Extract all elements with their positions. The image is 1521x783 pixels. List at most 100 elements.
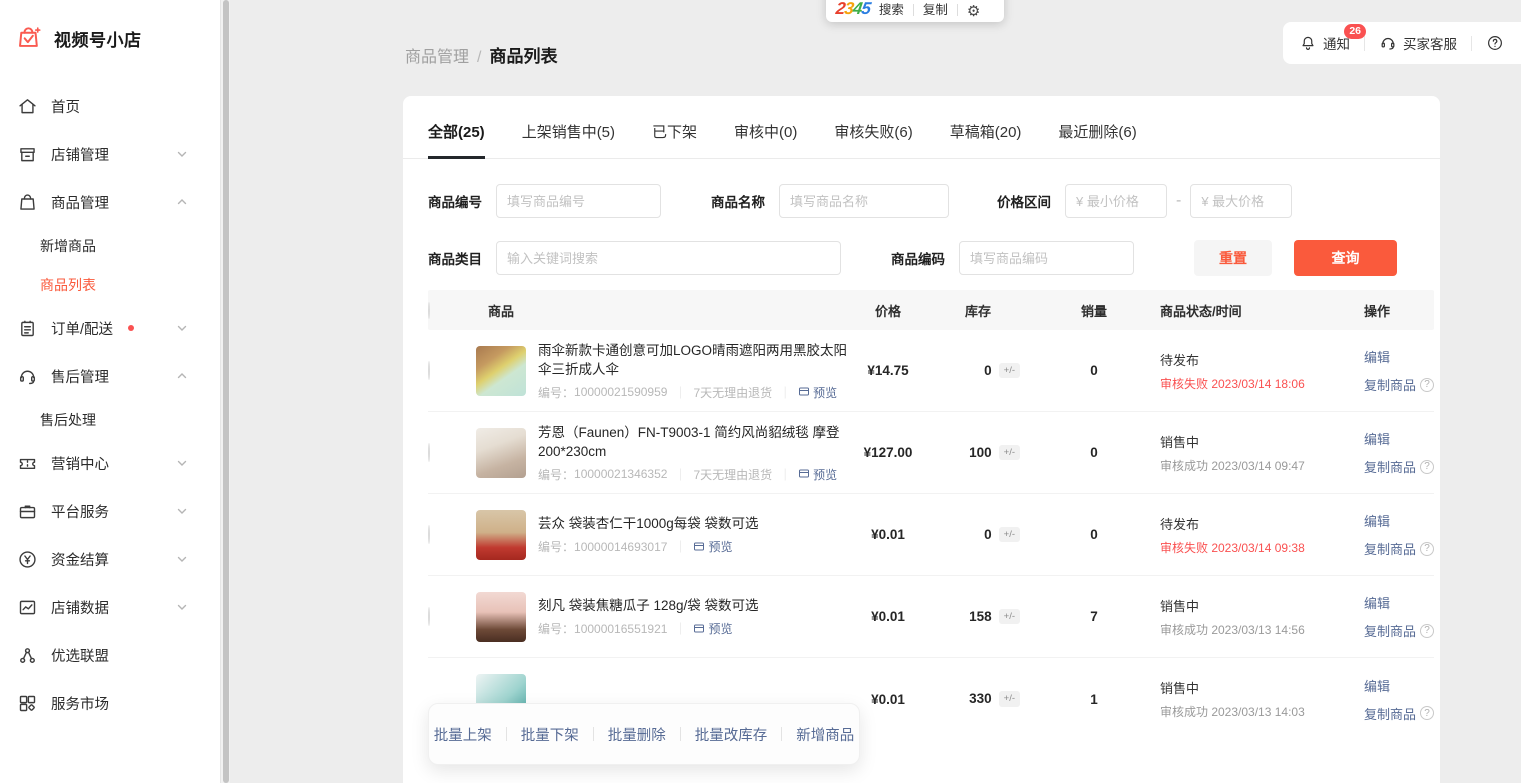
tab-review-failed[interactable]: 审核失败(6) xyxy=(834,121,912,158)
sidebar-item-affiliate[interactable]: 优选联盟 xyxy=(0,631,220,679)
product-image[interactable] xyxy=(476,346,526,396)
product-image[interactable] xyxy=(476,428,526,478)
status-time: 审核成功 2023/03/13 14:56 xyxy=(1160,621,1364,638)
divider: ｜ xyxy=(779,466,791,483)
copy-product-link[interactable]: 复制商品? xyxy=(1364,375,1434,394)
help-icon[interactable]: ? xyxy=(1420,706,1434,720)
ext-copy-button[interactable]: 复制 xyxy=(923,0,948,19)
sidebar-item-platform-services[interactable]: 平台服务 xyxy=(0,487,220,535)
scrollbar-thumb[interactable] xyxy=(223,0,229,783)
app-title: 视频号小店 xyxy=(54,26,142,51)
tab-all[interactable]: 全部(25) xyxy=(428,121,485,158)
preview-link[interactable]: 预览 xyxy=(798,384,837,401)
sidebar-item-product-management[interactable]: 商品管理 xyxy=(0,178,220,226)
sidebar-item-orders[interactable]: 订单/配送 xyxy=(0,304,220,352)
add-product-button[interactable]: 新增商品 xyxy=(796,724,854,745)
sidebar-scrollbar[interactable] xyxy=(220,0,230,783)
stock-value: 0 xyxy=(984,363,992,378)
gear-icon[interactable]: ⚙ xyxy=(967,4,980,19)
sidebar-item-add-product[interactable]: 新增商品 xyxy=(0,226,220,265)
nodes-icon xyxy=(17,645,38,666)
preview-link[interactable]: 预览 xyxy=(693,538,732,555)
edit-link[interactable]: 编辑 xyxy=(1364,429,1434,448)
row-checkbox[interactable] xyxy=(428,361,430,380)
sidebar-item-product-list[interactable]: 商品列表 xyxy=(0,265,220,304)
divider: ｜ xyxy=(674,384,686,401)
status-time: 审核成功 2023/03/13 14:03 xyxy=(1160,703,1364,720)
sidebar-item-service-market[interactable]: 服务市场 xyxy=(0,679,220,727)
row-checkbox[interactable] xyxy=(428,525,430,544)
product-title[interactable]: 芸众 袋装杏仁干1000g每袋 袋数可选 xyxy=(538,514,759,533)
product-image[interactable] xyxy=(476,592,526,642)
help-icon[interactable]: ? xyxy=(1420,624,1434,638)
batch-delist-button[interactable]: 批量下架 xyxy=(521,724,579,745)
copy-product-link[interactable]: 复制商品? xyxy=(1364,539,1434,558)
edit-link[interactable]: 编辑 xyxy=(1364,347,1434,366)
help-icon[interactable]: ? xyxy=(1420,542,1434,556)
product-title[interactable]: 刻凡 袋装焦糖瓜子 128g/袋 袋数可选 xyxy=(538,596,759,615)
product-title[interactable]: 芳恩（Faunen）FN-T9003-1 简约风尚貂绒毯 摩登 200*230c… xyxy=(538,423,848,461)
batch-delete-button[interactable]: 批量删除 xyxy=(608,724,666,745)
copy-product-link[interactable]: 复制商品? xyxy=(1364,457,1434,476)
sidebar-item-home[interactable]: 首页 xyxy=(0,82,220,130)
tab-in-review[interactable]: 审核中(0) xyxy=(734,121,797,158)
tab-on-sale[interactable]: 上架销售中(5) xyxy=(522,121,615,158)
status-tabs: 全部(25) 上架销售中(5) 已下架 审核中(0) 审核失败(6) 草稿箱(2… xyxy=(403,121,1440,159)
edit-link[interactable]: 编辑 xyxy=(1364,593,1434,612)
sidebar-item-shop-data[interactable]: 店铺数据 xyxy=(0,583,220,631)
breadcrumb-section[interactable]: 商品管理 xyxy=(405,43,469,67)
chevron-down-icon xyxy=(176,601,188,613)
edit-stock-button[interactable]: +/- xyxy=(999,363,1020,378)
copy-product-link[interactable]: 复制商品? xyxy=(1364,704,1434,723)
col-price: 价格 xyxy=(848,301,928,320)
filter-panel: 商品编号 商品名称 价格区间 - 商品类目 商品编码 重置 查询 xyxy=(403,184,1440,276)
preview-link[interactable]: 预览 xyxy=(798,466,837,483)
copy-product-link[interactable]: 复制商品? xyxy=(1364,621,1434,640)
sidebar-item-funds[interactable]: 资金结算 xyxy=(0,535,220,583)
edit-stock-button[interactable]: +/- xyxy=(999,609,1020,624)
edit-stock-button[interactable]: +/- xyxy=(999,527,1020,542)
product-code-input[interactable] xyxy=(959,241,1134,275)
notifications-button[interactable]: 通知 26 xyxy=(1299,33,1350,53)
edit-link[interactable]: 编辑 xyxy=(1364,511,1434,530)
home-icon xyxy=(17,96,38,117)
ext-search-button[interactable]: 搜索 xyxy=(879,0,904,19)
sidebar-item-aftersale-handle[interactable]: 售后处理 xyxy=(0,400,220,439)
status-time: 审核成功 2023/03/14 09:47 xyxy=(1160,457,1364,474)
product-title[interactable]: 雨伞新款卡通创意可加LOGO晴雨遮阳两用黑胶太阳伞三折成人伞 xyxy=(538,341,848,379)
query-button[interactable]: 查询 xyxy=(1294,240,1397,276)
edit-stock-button[interactable]: +/- xyxy=(999,691,1020,706)
product-code: 10000016551921 xyxy=(574,622,667,636)
sidebar-item-aftersale-management[interactable]: 售后管理 xyxy=(0,352,220,400)
row-checkbox[interactable] xyxy=(428,607,430,626)
status-text: 待发布 xyxy=(1160,514,1364,533)
buyer-service-button[interactable]: 买家客服 xyxy=(1379,33,1457,53)
batch-list-button[interactable]: 批量上架 xyxy=(434,724,492,745)
stock-value: 330 xyxy=(969,691,992,706)
help-icon[interactable]: ? xyxy=(1420,460,1434,474)
product-name-input[interactable] xyxy=(779,184,949,218)
preview-link[interactable]: 预览 xyxy=(693,620,732,637)
tab-drafts[interactable]: 草稿箱(20) xyxy=(950,121,1022,158)
batch-edit-stock-button[interactable]: 批量改库存 xyxy=(695,724,768,745)
product-id-input[interactable] xyxy=(496,184,661,218)
divider xyxy=(1364,36,1365,51)
reset-button[interactable]: 重置 xyxy=(1194,240,1272,276)
price-min-input[interactable] xyxy=(1065,184,1167,218)
edit-stock-button[interactable]: +/- xyxy=(999,445,1020,460)
help-button[interactable] xyxy=(1486,34,1504,52)
product-image[interactable] xyxy=(476,510,526,560)
tab-off-shelf[interactable]: 已下架 xyxy=(652,121,697,158)
sidebar-item-shop-management[interactable]: 店铺管理 xyxy=(0,130,220,178)
product-name-label: 商品名称 xyxy=(711,191,765,211)
row-checkbox[interactable] xyxy=(428,443,430,462)
tab-recently-deleted[interactable]: 最近删除(6) xyxy=(1058,121,1136,158)
chevron-down-icon xyxy=(176,148,188,160)
price-max-input[interactable] xyxy=(1190,184,1292,218)
help-icon[interactable]: ? xyxy=(1420,378,1434,392)
select-all-checkbox[interactable] xyxy=(428,302,430,319)
sidebar-item-marketing[interactable]: 营销中心 xyxy=(0,439,220,487)
edit-link[interactable]: 编辑 xyxy=(1364,676,1434,695)
category-input[interactable] xyxy=(496,241,841,275)
divider: ｜ xyxy=(674,620,686,637)
